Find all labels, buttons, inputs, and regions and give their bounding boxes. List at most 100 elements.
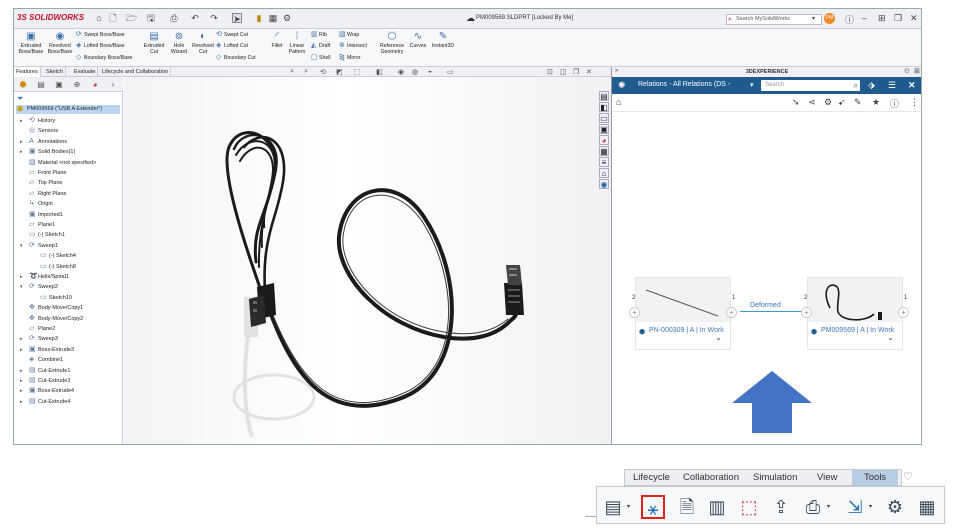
- tab-simulation[interactable]: Simulation: [753, 470, 797, 486]
- tree-item[interactable]: ▱ Plane2: [29, 324, 55, 334]
- dropdown-arrow-icon[interactable]: ▾: [869, 503, 872, 510]
- expand-toggle-icon[interactable]: ▸: [20, 366, 23, 376]
- feature-manager-tab-icon[interactable]: ⬢: [16, 79, 30, 90]
- title-dropdown-icon[interactable]: ▾: [750, 80, 754, 91]
- property-manager-tab-icon[interactable]: ▤: [34, 79, 48, 90]
- task-pane-appearances-icon[interactable]: ◕: [599, 135, 609, 145]
- pane-pin-icon[interactable]: ⊙: [904, 67, 910, 75]
- chevron-down-icon[interactable]: ⌄: [715, 333, 722, 342]
- tree-item[interactable]: ✥ Body-Move/Copy1: [29, 303, 83, 313]
- view-settings-icon[interactable]: ▭: [447, 68, 454, 76]
- tree-item[interactable]: ▭ Sketch10: [40, 293, 72, 303]
- tree-item[interactable]: ▸ ▣ Boss-Extrude3: [20, 345, 74, 355]
- relation-node-pm009569[interactable]: ⬢ PM009569 | A | In Work ⌄: [807, 277, 903, 350]
- upload-share-icon[interactable]: ⇪: [769, 495, 793, 519]
- tab-evaluate[interactable]: Evaluate: [72, 67, 99, 77]
- pane-close-icon[interactable]: ⊠: [914, 67, 920, 75]
- tab-lifecycle-collaboration[interactable]: Lifecycle and Collaboration: [100, 67, 172, 77]
- tree-item[interactable]: ▱ Plane1: [29, 220, 55, 230]
- appearance-icon[interactable]: ◍: [412, 68, 418, 76]
- expand-toggle-icon[interactable]: ▸: [20, 116, 23, 126]
- intersect-button[interactable]: ⊗ Intersect: [339, 42, 367, 50]
- expand-toggle-icon[interactable]: ▾: [20, 282, 23, 292]
- collapse-pane-icon[interactable]: »: [615, 68, 618, 74]
- expand-toggle-icon[interactable]: ▸: [20, 397, 23, 407]
- print-icon[interactable]: ⎙: [169, 13, 179, 23]
- tree-item[interactable]: ▾ ⟳ Sweep2: [20, 282, 58, 292]
- task-pane-home-icon[interactable]: ⌂: [599, 168, 609, 178]
- edge-label[interactable]: Deformed: [750, 302, 781, 309]
- expand-toggle-icon[interactable]: ▸: [20, 147, 23, 157]
- menu-icon[interactable]: ☰: [888, 80, 896, 91]
- rebuild-options-icon[interactable]: ▦: [268, 13, 278, 23]
- tree-item[interactable]: ▾ ⟳ Sweep1: [20, 241, 58, 251]
- mirror-button[interactable]: ⧎ Mirror: [339, 54, 361, 62]
- tab-features[interactable]: Features: [14, 67, 41, 77]
- tag-icon[interactable]: ⬗: [868, 80, 875, 91]
- tree-item[interactable]: ▸ ▤ Cut-Extrude3: [20, 376, 70, 386]
- more-options-icon[interactable]: ⋮: [910, 97, 919, 108]
- traffic-light-icon[interactable]: ▮: [254, 13, 264, 23]
- undo-icon[interactable]: ↶: [190, 13, 200, 23]
- add-right-relation-icon[interactable]: +: [726, 307, 737, 318]
- expand-toggle-icon[interactable]: ▸: [20, 345, 23, 355]
- tree-item[interactable]: ▸ ⟲ History: [20, 116, 55, 126]
- shell-button[interactable]: ▢Shell: [311, 54, 331, 62]
- hide-show-icon[interactable]: ◉: [398, 68, 404, 76]
- close-window-icon[interactable]: ✕: [910, 13, 918, 24]
- stack-documents-icon[interactable]: ▤: [601, 495, 625, 519]
- zoom-area-icon[interactable]: ⌕: [304, 68, 308, 76]
- expand-arrow-icon[interactable]: ➘: [792, 97, 800, 108]
- expand-toggle-icon[interactable]: ▸: [20, 386, 23, 396]
- tree-item[interactable]: ▱ Front Plane: [29, 168, 66, 178]
- relations-network-icon[interactable]: ⚹: [641, 495, 665, 519]
- table-settings-icon[interactable]: ▦: [915, 495, 939, 519]
- tab-collaboration[interactable]: Collaboration: [683, 470, 739, 486]
- task-pane-view-palette-icon[interactable]: ▦: [599, 146, 609, 156]
- tree-item[interactable]: ▣ Imported1: [29, 210, 63, 220]
- tree-item[interactable]: ▸ ➰Helix/Spiral1: [20, 272, 69, 282]
- tree-item[interactable]: ✥ Body-Move/Copy2: [29, 314, 83, 324]
- add-right-relation-icon[interactable]: +: [898, 307, 909, 318]
- tree-more-icon[interactable]: ›: [106, 79, 120, 90]
- viewport-maximize-icon[interactable]: ⊡: [547, 68, 553, 76]
- edit-pencil-icon[interactable]: ✎: [854, 97, 862, 108]
- tree-root-part[interactable]: ⬢ PM009569 ("USB A Extender"): [16, 105, 120, 114]
- tree-item[interactable]: ▨ Material <not specified>: [29, 158, 96, 168]
- chevron-down-icon[interactable]: ⌄: [887, 333, 894, 342]
- section-view-icon[interactable]: ◩: [336, 68, 343, 76]
- share-graph-icon[interactable]: ⋖: [808, 97, 816, 108]
- tree-item[interactable]: ▸ ▤ Cut-Extrude1: [20, 366, 70, 376]
- document-list-icon[interactable]: 🗎: [675, 495, 699, 519]
- task-pane-custom-properties-icon[interactable]: ≡: [599, 157, 609, 167]
- tree-item[interactable]: ▱ Top Plane: [29, 178, 62, 188]
- restore-icon[interactable]: ❐: [894, 13, 902, 24]
- task-pane-globe-icon[interactable]: ◉: [599, 179, 609, 189]
- lofted-boss-button[interactable]: ◈ Lofted Boss/Base: [76, 42, 125, 50]
- fillet-button[interactable]: ◜ Fillet: [268, 31, 286, 49]
- graphics-viewport[interactable]: [124, 77, 611, 444]
- configuration-manager-tab-icon[interactable]: ▣: [52, 79, 66, 90]
- favorite-star-icon[interactable]: ★: [872, 97, 880, 108]
- help-icon[interactable]: ⓘ: [845, 13, 854, 26]
- expand-toggle-icon[interactable]: ▸: [20, 272, 23, 282]
- filter-icon[interactable]: ⏷: [17, 94, 23, 104]
- tree-item[interactable]: ▸ ▤ Cut-Extrude4: [20, 397, 70, 407]
- compass-icon[interactable]: ✺: [618, 80, 626, 91]
- settings-gear-icon[interactable]: ⚙: [883, 495, 907, 519]
- tree-item[interactable]: ◈ Combine1: [29, 355, 63, 365]
- task-pane-3dx-icon[interactable]: ▤: [599, 91, 609, 101]
- dropdown-arrow-icon[interactable]: ▾: [627, 503, 630, 510]
- tile-windows-icon[interactable]: ⊞: [878, 13, 886, 24]
- lofted-cut-button[interactable]: ◈ Lofted Cut: [216, 42, 248, 50]
- barcode-icon[interactable]: ▥: [705, 495, 729, 519]
- tree-item[interactable]: ▭ (-) Sketch4: [40, 251, 76, 261]
- tab-view[interactable]: View: [817, 470, 837, 486]
- dropdown-arrow-icon[interactable]: ▾: [827, 503, 830, 510]
- extruded-boss-button[interactable]: ▣ Extruded Boss/Base: [17, 31, 45, 55]
- tab-lifecycle[interactable]: Lifecycle: [633, 470, 670, 486]
- revolved-boss-button[interactable]: ◉ Revolved Boss/Base: [46, 31, 74, 55]
- viewport-tile-icon[interactable]: ◫: [560, 68, 567, 76]
- add-left-relation-icon[interactable]: +: [801, 307, 812, 318]
- scene-icon[interactable]: ◒: [428, 68, 432, 75]
